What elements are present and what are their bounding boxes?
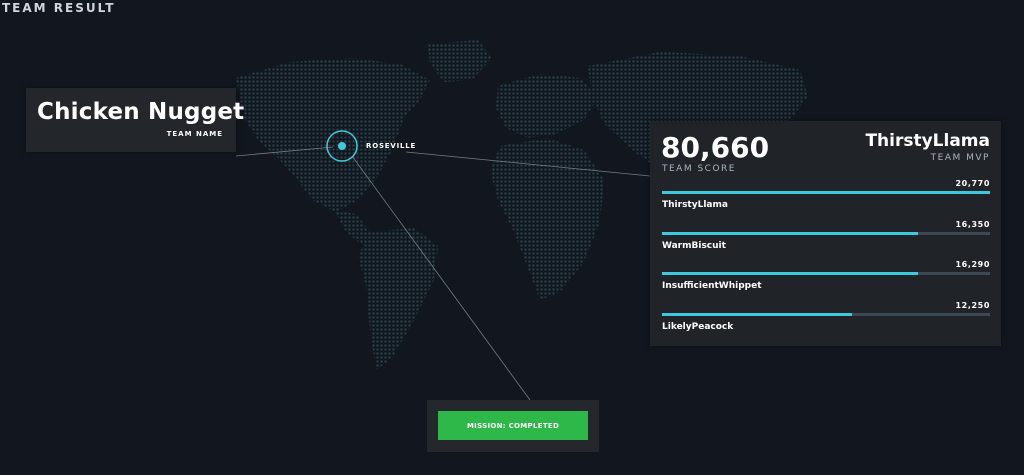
player-score-bar-fill	[662, 272, 918, 275]
player-points: 20,770	[955, 179, 990, 188]
page-title: TEAM RESULT	[2, 1, 116, 15]
mission-completed-button[interactable]: MISSION: COMPLETED	[438, 411, 588, 440]
team-name-label: TEAM NAME	[166, 130, 223, 138]
mvp-name: ThirstyLlama	[865, 131, 990, 151]
player-points: 16,290	[955, 260, 990, 269]
score-card: 80,660 TEAM SCORE ThirstyLlama TEAM MVP …	[650, 121, 1001, 346]
player-row: 12,250 LikelyPeacock	[662, 301, 990, 341]
mvp-label: TEAM MVP	[930, 153, 990, 163]
mission-card: MISSION: COMPLETED	[427, 400, 599, 452]
player-name: ThirstyLlama	[662, 200, 728, 210]
player-row: 16,290 InsufficientWhippet	[662, 260, 990, 300]
continent-greenland	[428, 40, 492, 82]
player-score-bar-fill	[662, 313, 853, 316]
player-name: InsufficientWhippet	[662, 281, 762, 291]
player-points: 12,250	[955, 301, 990, 310]
team-score: 80,660	[661, 131, 770, 164]
player-score-bar-fill	[662, 191, 990, 194]
player-name: WarmBiscuit	[662, 241, 726, 251]
player-row: 16,350 WarmBiscuit	[662, 220, 990, 260]
player-name: LikelyPeacock	[662, 322, 734, 332]
continent-north-america	[236, 58, 430, 212]
team-name: Chicken Nugget	[37, 99, 245, 125]
player-score-bar	[662, 232, 990, 235]
team-result-screen: TEAM RESULT Chicken Nugget TEAM NAME ROS…	[0, 0, 1024, 475]
team-score-label: TEAM SCORE	[662, 164, 736, 174]
player-score-bar	[662, 191, 990, 194]
continent-south-america	[358, 228, 438, 370]
city-label: ROSEVILLE	[366, 142, 417, 150]
team-name-card: Chicken Nugget TEAM NAME	[26, 88, 244, 152]
player-row: 20,770 ThirstyLlama	[662, 179, 990, 219]
player-points: 16,350	[955, 220, 990, 229]
location-marker-dot	[338, 142, 346, 150]
continent-europe	[496, 74, 598, 138]
player-score-bar-fill	[662, 232, 918, 235]
player-score-bar	[662, 313, 990, 316]
player-score-bar	[662, 272, 990, 275]
